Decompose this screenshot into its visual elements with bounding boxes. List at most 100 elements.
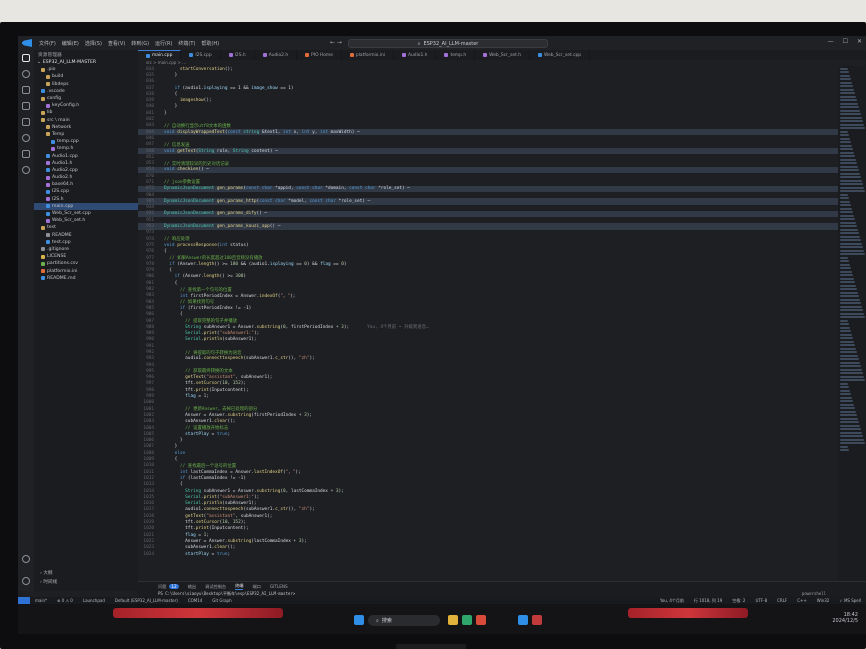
editor-tab[interactable]: Audio2.h (255, 50, 298, 60)
editor-tab[interactable]: main.cpp (138, 50, 182, 60)
panel-tab[interactable]: 问题 (158, 584, 166, 590)
editor-tab[interactable]: I2S.h (221, 50, 255, 60)
editor-tab[interactable]: PIO Home (297, 50, 342, 60)
tree-item[interactable]: README.md (34, 275, 138, 282)
tree-item[interactable]: test.cpp (34, 239, 138, 246)
tree-item[interactable]: .gitignore (34, 246, 138, 253)
close-icon[interactable]: ✕ (857, 38, 862, 45)
tree-item[interactable]: main.cpp (34, 202, 138, 210)
nav-arrows[interactable]: ← → (330, 39, 342, 46)
code-editor[interactable]: 834 startConversation(); 835 } 836 837 if (… (138, 66, 838, 581)
tree-item[interactable]: .pio (34, 66, 138, 73)
account-icon[interactable] (22, 555, 30, 563)
chrome-icon[interactable] (476, 615, 486, 625)
tree-item[interactable]: config (34, 95, 138, 102)
maximize-icon[interactable]: ☐ (843, 38, 848, 45)
tree-item[interactable]: base64.h (34, 181, 138, 188)
remote-indicator-icon[interactable] (18, 597, 30, 604)
menu-item[interactable]: 转到(G) (128, 40, 152, 47)
status-branch[interactable]: main* (30, 598, 52, 603)
tree-item[interactable]: libdeps (34, 81, 138, 88)
tree-item[interactable]: keyConfig.h (34, 102, 138, 109)
wallpaper-strip (113, 608, 283, 618)
status-item[interactable]: Git Graph (207, 598, 236, 603)
gear-icon[interactable] (22, 577, 30, 585)
remote-explorer-icon[interactable] (22, 150, 30, 158)
menu-item[interactable]: 帮助(H) (198, 40, 222, 47)
panel-tab[interactable]: GITLENS (270, 584, 288, 589)
tree-item[interactable]: README (34, 232, 138, 239)
explorer-icon[interactable] (22, 54, 30, 62)
menu-item[interactable]: 运行(R) (152, 40, 175, 47)
tree-item[interactable]: Audio1.h (34, 160, 138, 167)
status-item[interactable]: 行 1018, 列 19 (689, 598, 727, 604)
tree-item[interactable]: partitions.csv (34, 260, 138, 267)
tree-item[interactable]: build (34, 73, 138, 80)
editor-tab[interactable]: Web_Scr_set.h (475, 50, 530, 60)
tree-item[interactable]: LICENSE (34, 253, 138, 260)
tree-item[interactable]: lib (34, 109, 138, 116)
status-item[interactable]: Launchpad (78, 598, 110, 603)
panel-tab[interactable]: 终端 (235, 583, 244, 590)
vscode-icon[interactable] (518, 615, 528, 625)
editor-tab[interactable]: I2S.cpp (181, 50, 221, 60)
outline-section[interactable]: › 大纲 (34, 570, 138, 576)
extensions-icon[interactable] (22, 118, 30, 126)
command-center[interactable]: ⌕ ESP32_AI_LLM-master (348, 39, 548, 48)
gitlens-icon[interactable] (22, 166, 30, 174)
file-explorer-icon[interactable] (448, 615, 458, 625)
panel-tab[interactable]: 端口 (252, 584, 260, 590)
timeline-section[interactable]: › 时间线 (34, 579, 138, 585)
status-item[interactable]: CRLF (772, 598, 792, 604)
edge-icon[interactable] (462, 615, 472, 625)
editor-tab[interactable]: Audio1.h (394, 50, 437, 60)
tree-item[interactable]: Audio1.cpp (34, 152, 138, 159)
menu-item[interactable]: 终端(T) (175, 40, 198, 47)
status-item[interactable]: C++ (792, 598, 812, 604)
code-line[interactable]: 1024 startPlay = true; (138, 551, 838, 557)
status-item[interactable]: ✓ MS Spell (834, 598, 866, 604)
editor-tab[interactable]: platformio.ini (342, 50, 395, 60)
tree-item[interactable]: I2S.cpp (34, 188, 138, 195)
editor-tab[interactable]: temp.h (436, 50, 476, 60)
start-icon[interactable] (354, 615, 364, 625)
tree-item[interactable]: src \ main (34, 117, 138, 124)
panel-tab[interactable]: 调试控制台 (205, 584, 226, 590)
tree-item[interactable]: Network (34, 124, 138, 131)
tree-item[interactable]: temp.cpp (34, 138, 138, 145)
tree-item[interactable]: Temp (34, 131, 138, 138)
editor-tab[interactable]: Web_Scr_set.cpp (530, 50, 591, 60)
tree-item[interactable]: Audio2.cpp (34, 167, 138, 174)
search-icon[interactable] (22, 70, 30, 78)
source-control-icon[interactable] (22, 86, 30, 94)
app-icon[interactable] (532, 615, 542, 625)
run-debug-icon[interactable] (22, 102, 30, 110)
tree-item[interactable]: temp.h (34, 145, 138, 152)
tree-item[interactable]: .vscode (34, 88, 138, 95)
shell-name[interactable]: powershell (802, 591, 826, 596)
menu-item[interactable]: 编辑(E) (59, 40, 82, 47)
status-item[interactable]: Default (ESP32_AI_LLM-master) (110, 598, 183, 603)
panel-tab[interactable]: 输出 (188, 584, 196, 590)
status-item[interactable]: UTF-8 (750, 598, 772, 604)
tree-item[interactable]: Web_Scr_set.h (34, 217, 138, 224)
menu-item[interactable]: 查看(V) (105, 40, 128, 47)
taskbar-search[interactable]: ⌕ 搜索 (368, 615, 440, 626)
project-root[interactable]: ⌄ ESP32_AI_LLM-MASTER (34, 59, 138, 66)
tree-item[interactable]: platformio.ini (34, 267, 138, 274)
status-item[interactable]: COM14 (183, 598, 207, 603)
status-item[interactable]: 空格: 2 (727, 598, 750, 604)
tree-item[interactable]: test (34, 224, 138, 231)
platformio-icon[interactable] (22, 134, 30, 142)
minimize-icon[interactable]: — (828, 38, 834, 45)
status-item[interactable]: ⊗ 0 ⚠ 0 (52, 598, 78, 603)
tree-item[interactable]: Audio2.h (34, 174, 138, 181)
system-tray[interactable]: 18:42 2024/12/5 (832, 612, 858, 624)
status-item[interactable]: You, 4个月前 (655, 598, 689, 604)
menu-item[interactable]: 文件(F) (36, 40, 59, 47)
status-item[interactable]: Win32 (812, 598, 835, 604)
tree-item[interactable]: Web_Scr_set.cpp (34, 210, 138, 217)
menu-item[interactable]: 选择(S) (82, 40, 105, 47)
minimap[interactable] (838, 66, 866, 581)
tree-item[interactable]: I2S.h (34, 196, 138, 203)
